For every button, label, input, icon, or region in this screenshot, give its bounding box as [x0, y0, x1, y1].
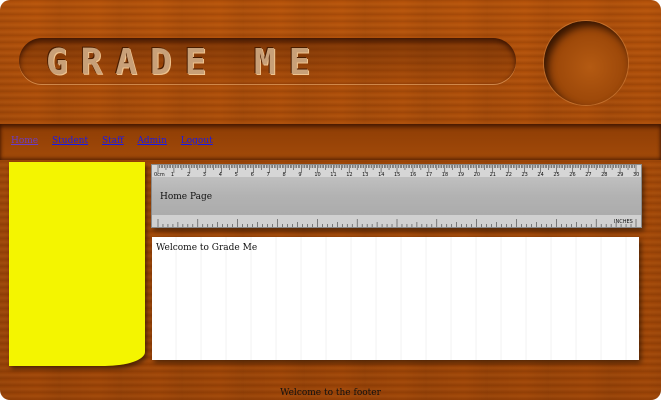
- ruler-number: 8: [282, 172, 285, 178]
- ruler-number: 18: [442, 172, 448, 178]
- ruler-number: 2: [187, 172, 190, 178]
- ruler-number: 7: [267, 172, 270, 178]
- ruler-number: 19: [458, 172, 464, 178]
- ruler-number: 17: [426, 172, 432, 178]
- ruler-number: 12: [346, 172, 352, 178]
- footer: Welcome to the footer: [280, 388, 381, 398]
- ruler-number: 28: [601, 172, 607, 178]
- ruler-scale: 0cm 1 2 3 4 5 6 7 8 9 10 11 12 13 14 15 16 17 18 19 20 21 22 23…: [152, 165, 641, 227]
- ruler-header: 0cm 1 2 3 4 5 6 7 8 9 10 11 12 13 14 15 16 17 18 19 20 21 22 23…: [151, 164, 642, 228]
- nav-link-admin[interactable]: Admin: [137, 136, 166, 146]
- ruler-number: 1: [171, 172, 174, 178]
- ruler-number: 23: [521, 172, 527, 178]
- ruler-inch-unit: INCHES: [614, 219, 633, 225]
- ruler-number: 4: [219, 172, 222, 178]
- content-paper: Welcome to Grade Me: [152, 237, 639, 360]
- page-title: Home Page: [160, 192, 213, 202]
- ruler-number: 30: [633, 172, 639, 178]
- ruler-unit-label: 0cm: [154, 172, 165, 178]
- ruler-number: 14: [378, 172, 384, 178]
- ruler-number: 5: [235, 172, 238, 178]
- ruler-number: 6: [251, 172, 254, 178]
- nav-menu: Home Student Staff Admin Logout: [11, 136, 224, 146]
- ruler-number: 26: [569, 172, 575, 178]
- ruler-number: 29: [617, 172, 623, 178]
- ruler-number: 24: [537, 172, 543, 178]
- logo: GRADE ME: [46, 42, 324, 83]
- nav-link-logout[interactable]: Logout: [181, 136, 213, 146]
- ruler-number: 9: [298, 172, 301, 178]
- ruler-number: 13: [362, 172, 368, 178]
- nav-link-staff[interactable]: Staff: [102, 136, 124, 146]
- welcome-text: Welcome to Grade Me: [156, 243, 258, 253]
- ruler-number: 22: [506, 172, 512, 178]
- nav-link-student[interactable]: Student: [52, 136, 88, 146]
- sticky-note-sidebar: [9, 162, 145, 366]
- circle-emblem: [544, 21, 628, 105]
- ruler-number: 16: [410, 172, 416, 178]
- ruler-number: 10: [314, 172, 320, 178]
- ruler-number: 15: [394, 172, 400, 178]
- ruler-number: 3: [203, 172, 206, 178]
- ruler-number: 21: [490, 172, 496, 178]
- ruler-bottom-strip: [152, 215, 641, 227]
- ruler-number: 25: [553, 172, 559, 178]
- ruler-number: 11: [330, 172, 336, 178]
- desk-background: GRADE ME Home Student Staff Admin Logout…: [0, 0, 661, 400]
- ruler-number: 27: [585, 172, 591, 178]
- ruler-number: 20: [474, 172, 480, 178]
- nav-link-home[interactable]: Home: [11, 136, 38, 146]
